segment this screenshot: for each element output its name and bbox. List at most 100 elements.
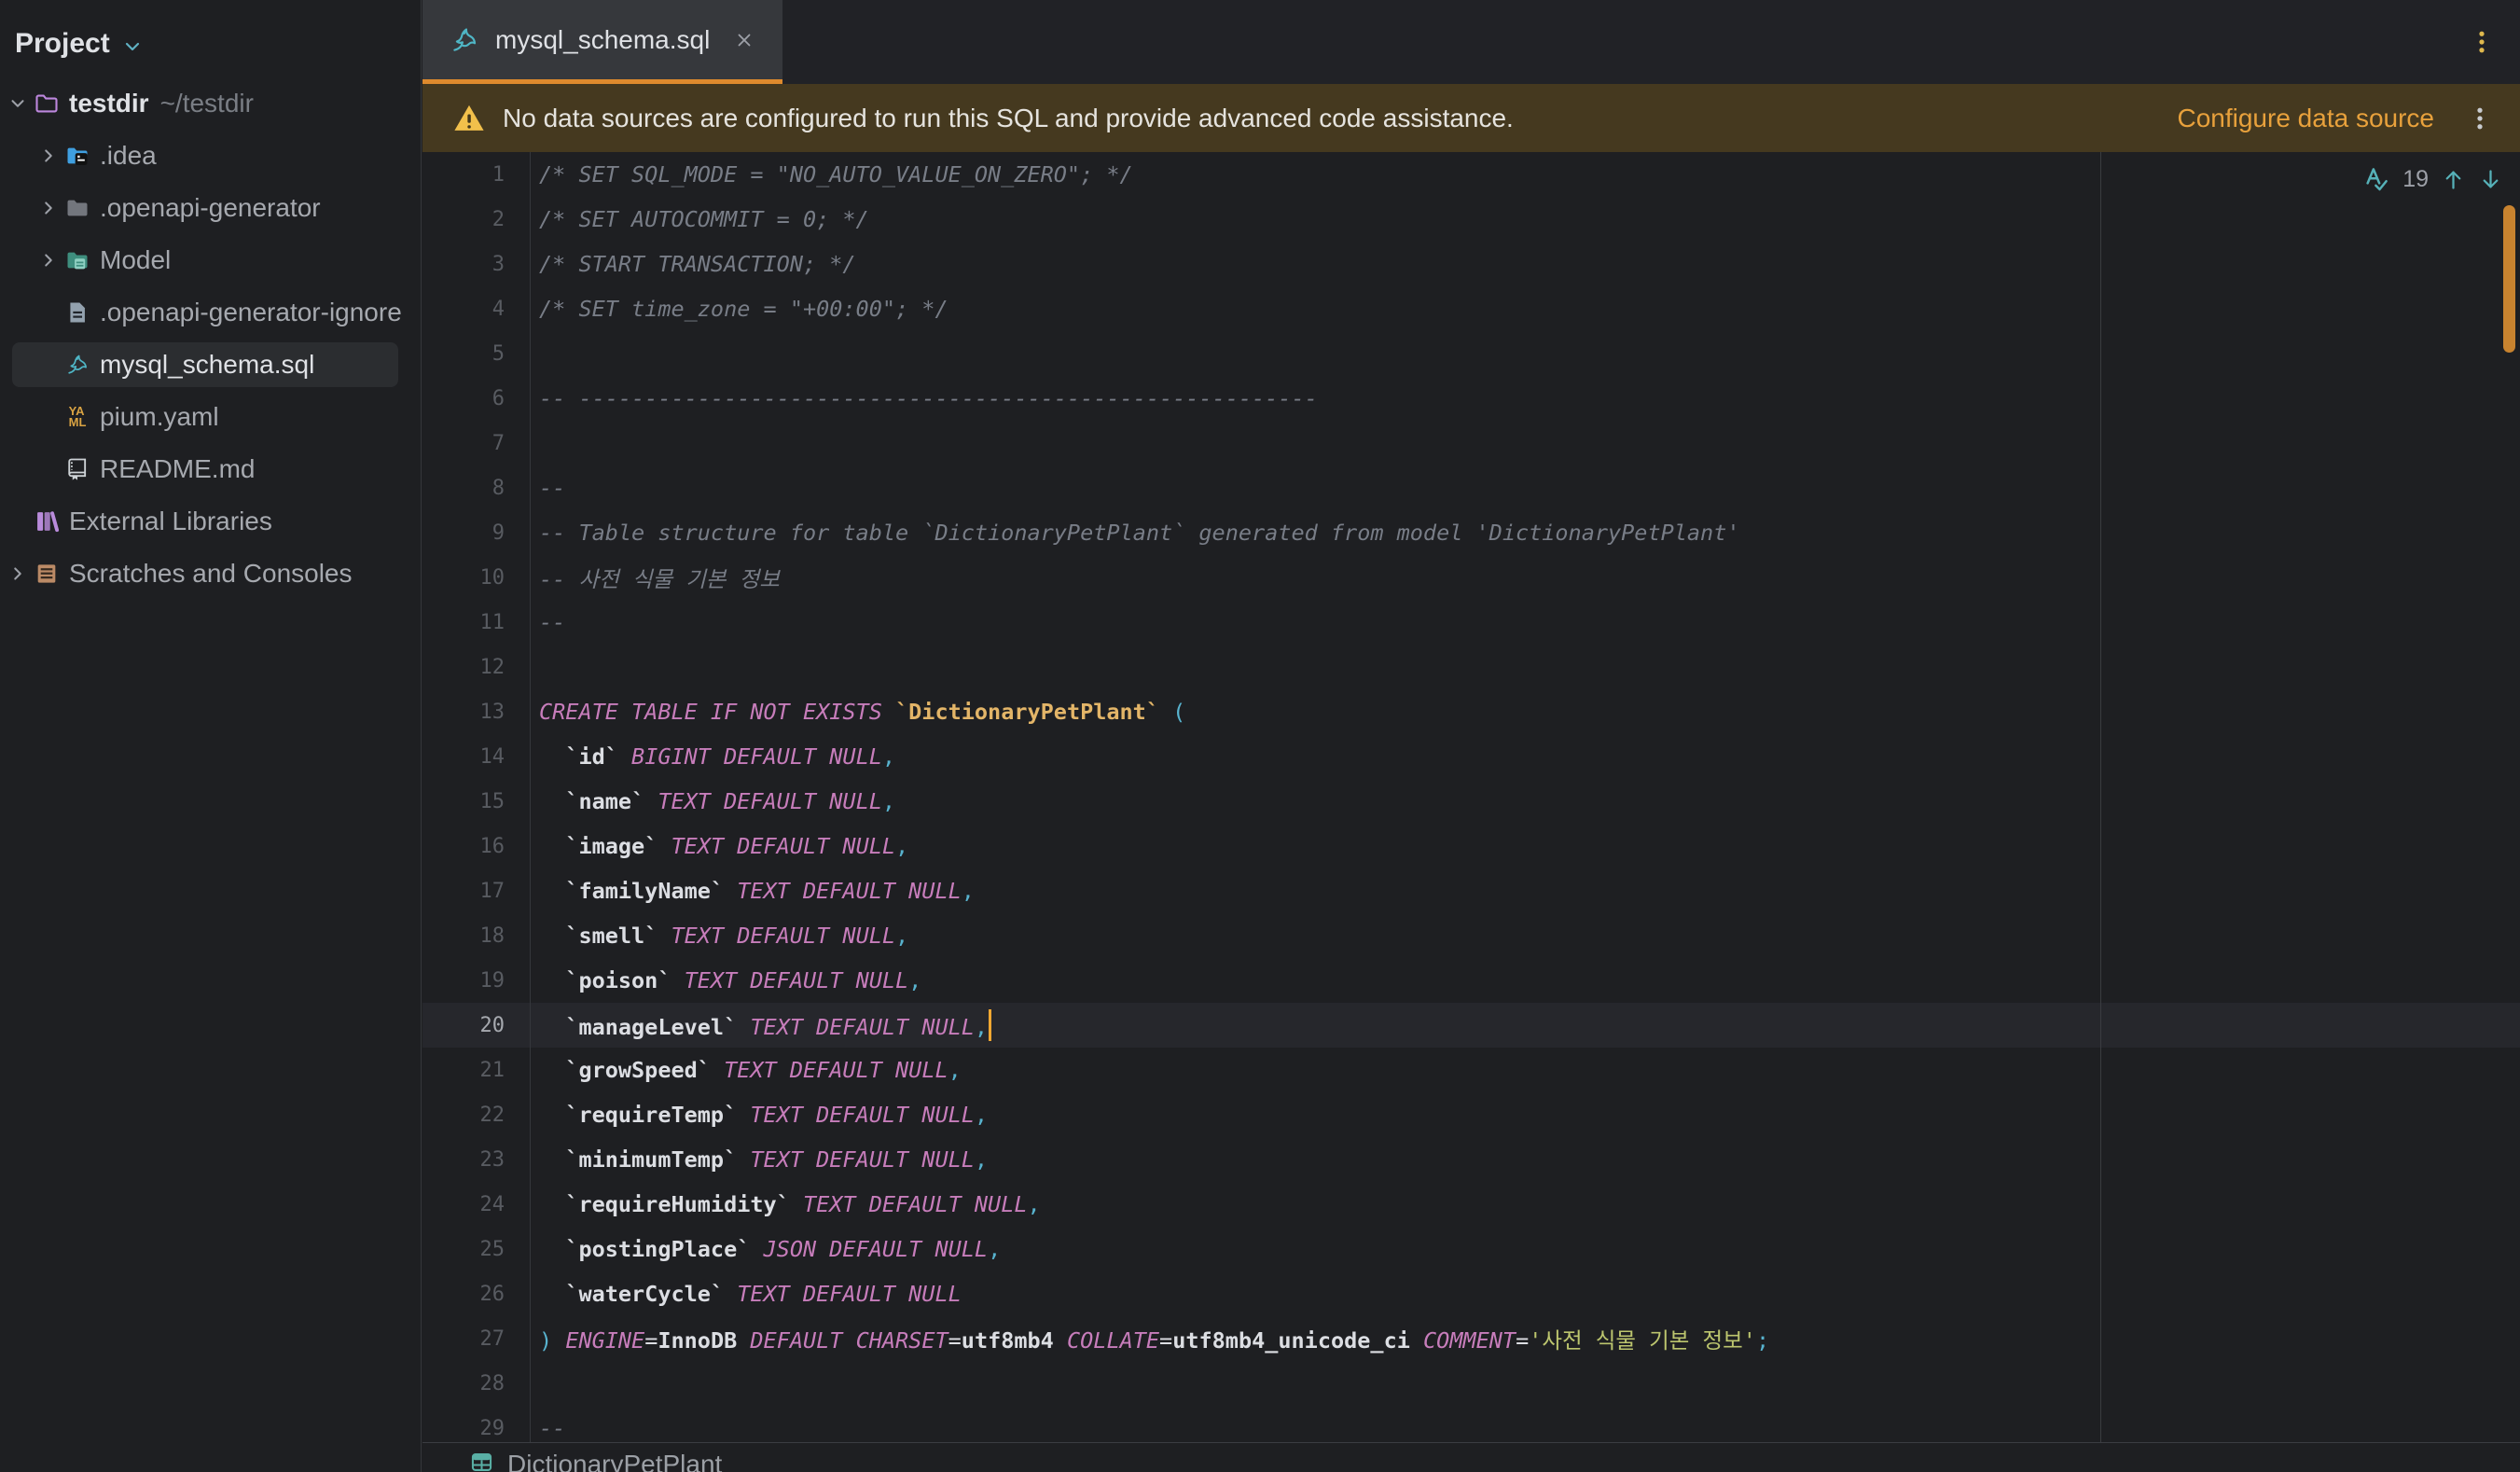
arrow-down-icon[interactable] bbox=[2478, 167, 2503, 192]
code-line-text: `smell` TEXT DEFAULT NULL, bbox=[530, 923, 908, 949]
scrollbar-thumb[interactable] bbox=[2503, 205, 2515, 353]
libraries-icon bbox=[34, 508, 60, 535]
line-number: 17 bbox=[422, 880, 530, 903]
code-line-26[interactable]: 26 `waterCycle` TEXT DEFAULT NULL bbox=[422, 1271, 2520, 1316]
line-number: 11 bbox=[422, 611, 530, 634]
tree-item-label: .openapi-generator-ignore bbox=[100, 298, 402, 327]
editor-tabbar: mysql_schema.sql bbox=[422, 0, 2520, 84]
code-line-19[interactable]: 19 `poison` TEXT DEFAULT NULL, bbox=[422, 958, 2520, 1003]
line-number: 21 bbox=[422, 1059, 530, 1082]
line-number: 13 bbox=[422, 701, 530, 724]
code-line-text: /* START TRANSACTION; */ bbox=[530, 251, 856, 277]
chevron-spacer bbox=[35, 403, 62, 431]
inspections-widget[interactable]: 19 bbox=[2362, 165, 2503, 193]
code-line-18[interactable]: 18 `smell` TEXT DEFAULT NULL, bbox=[422, 913, 2520, 958]
line-number: 7 bbox=[422, 432, 530, 455]
tree-item-readme-md[interactable]: README.md bbox=[0, 443, 421, 495]
code-line-text: `manageLevel` TEXT DEFAULT NULL, bbox=[530, 1009, 991, 1041]
line-number: 9 bbox=[422, 521, 530, 545]
chevron-spacer bbox=[35, 351, 62, 379]
code-line-text: `growSpeed` TEXT DEFAULT NULL, bbox=[530, 1057, 962, 1083]
code-line-5[interactable]: 5 bbox=[422, 331, 2520, 376]
line-number: 14 bbox=[422, 745, 530, 769]
tree-item-scratches-and-consoles[interactable]: Scratches and Consoles bbox=[0, 548, 421, 600]
code-line-9[interactable]: 9-- Table structure for table `Dictionar… bbox=[422, 510, 2520, 555]
banner-kebab-menu-icon[interactable] bbox=[2466, 104, 2494, 132]
chevron-down-icon bbox=[121, 35, 144, 58]
tab-mysql-schema-sql[interactable]: mysql_schema.sql bbox=[422, 0, 782, 84]
line-number: 19 bbox=[422, 969, 530, 993]
code-line-8[interactable]: 8-- bbox=[422, 465, 2520, 510]
tree-item-mysql-schema-sql[interactable]: mysql_schema.sql bbox=[0, 339, 421, 391]
code-line-7[interactable]: 7 bbox=[422, 421, 2520, 465]
code-line-text: -- bbox=[530, 475, 565, 501]
chevron-right-icon[interactable] bbox=[35, 194, 62, 222]
code-line-text: `postingPlace` JSON DEFAULT NULL, bbox=[530, 1236, 1001, 1262]
no-datasource-banner: No data sources are configured to run th… bbox=[422, 84, 2520, 152]
tree-item-openapi-generator[interactable]: .openapi-generator bbox=[0, 182, 421, 234]
code-line-25[interactable]: 25 `postingPlace` JSON DEFAULT NULL, bbox=[422, 1227, 2520, 1271]
tree-item-external-libraries[interactable]: External Libraries bbox=[0, 495, 421, 548]
tree-item-path: ~/testdir bbox=[160, 89, 254, 118]
code-line-13[interactable]: 13CREATE TABLE IF NOT EXISTS `Dictionary… bbox=[422, 689, 2520, 734]
code-line-27[interactable]: 27) ENGINE=InnoDB DEFAULT CHARSET=utf8mb… bbox=[422, 1316, 2520, 1361]
tree-item-label: README.md bbox=[100, 454, 255, 484]
code-line-22[interactable]: 22 `requireTemp` TEXT DEFAULT NULL, bbox=[422, 1092, 2520, 1137]
spellcheck-icon bbox=[2362, 165, 2390, 193]
chevron-right-icon[interactable] bbox=[35, 142, 62, 170]
code-line-4[interactable]: 4/* SET time_zone = "+00:00"; */ bbox=[422, 286, 2520, 331]
tree-item-openapi-generator-ignore[interactable]: .openapi-generator-ignore bbox=[0, 286, 421, 339]
tree-item-testdir[interactable]: testdir~/testdir bbox=[0, 77, 421, 130]
file-text-icon bbox=[64, 299, 90, 326]
code-line-12[interactable]: 12 bbox=[422, 645, 2520, 689]
code-line-23[interactable]: 23 `minimumTemp` TEXT DEFAULT NULL, bbox=[422, 1137, 2520, 1182]
text-caret-icon bbox=[989, 1009, 991, 1041]
project-tree: testdir~/testdir.idea.openapi-generator M… bbox=[0, 77, 421, 600]
chevron-right-icon[interactable] bbox=[35, 246, 62, 274]
tree-item-label: Model bbox=[100, 245, 171, 275]
code-line-text: `id` BIGINT DEFAULT NULL, bbox=[530, 743, 895, 770]
code-line-1[interactable]: 1/* SET SQL_MODE = "NO_AUTO_VALUE_ON_ZER… bbox=[422, 152, 2520, 197]
code-line-24[interactable]: 24 `requireHumidity` TEXT DEFAULT NULL, bbox=[422, 1182, 2520, 1227]
code-line-20[interactable]: 20 `manageLevel` TEXT DEFAULT NULL, bbox=[422, 1003, 2520, 1048]
code-line-text: `waterCycle` TEXT DEFAULT NULL bbox=[530, 1281, 962, 1307]
tree-item-model[interactable]: Model bbox=[0, 234, 421, 286]
code-line-15[interactable]: 15 `name` TEXT DEFAULT NULL, bbox=[422, 779, 2520, 824]
code-line-text: `image` TEXT DEFAULT NULL, bbox=[530, 833, 908, 859]
code-line-14[interactable]: 14 `id` BIGINT DEFAULT NULL, bbox=[422, 734, 2520, 779]
tree-item-idea[interactable]: .idea bbox=[0, 130, 421, 182]
breadcrumb-symbol[interactable]: DictionaryPetPlant bbox=[507, 1450, 722, 1472]
code-lines: 1/* SET SQL_MODE = "NO_AUTO_VALUE_ON_ZER… bbox=[422, 152, 2520, 1442]
book-icon bbox=[64, 456, 90, 482]
code-line-text: -- bbox=[530, 1415, 565, 1441]
table-icon bbox=[469, 1450, 494, 1472]
arrow-up-icon[interactable] bbox=[2441, 167, 2466, 192]
project-view-title: Project bbox=[15, 28, 110, 60]
code-line-text: -- Table structure for table `Dictionary… bbox=[530, 520, 1740, 546]
code-line-29[interactable]: 29-- bbox=[422, 1406, 2520, 1442]
configure-data-source-link[interactable]: Configure data source bbox=[2177, 104, 2434, 133]
tree-item-label: Scratches and Consoles bbox=[69, 559, 353, 589]
breadcrumbs-bar: DictionaryPetPlant bbox=[422, 1442, 2520, 1472]
code-line-28[interactable]: 28 bbox=[422, 1361, 2520, 1406]
line-number: 8 bbox=[422, 477, 530, 500]
tree-item-label: External Libraries bbox=[69, 507, 272, 536]
code-line-6[interactable]: 6-- ------------------------------------… bbox=[422, 376, 2520, 421]
tab-close-icon[interactable] bbox=[734, 30, 755, 50]
tabbar-kebab-menu-icon[interactable] bbox=[2468, 28, 2496, 56]
chevron-down-icon[interactable] bbox=[4, 90, 32, 118]
code-line-3[interactable]: 3/* START TRANSACTION; */ bbox=[422, 242, 2520, 286]
code-line-17[interactable]: 17 `familyName` TEXT DEFAULT NULL, bbox=[422, 868, 2520, 913]
code-editor[interactable]: 1/* SET SQL_MODE = "NO_AUTO_VALUE_ON_ZER… bbox=[422, 152, 2520, 1442]
code-line-text: -- -------------------------------------… bbox=[530, 385, 1318, 411]
code-line-text: `requireTemp` TEXT DEFAULT NULL, bbox=[530, 1102, 988, 1128]
project-view-dropdown[interactable]: Project bbox=[0, 0, 421, 65]
code-line-16[interactable]: 16 `image` TEXT DEFAULT NULL, bbox=[422, 824, 2520, 868]
code-line-11[interactable]: 11-- bbox=[422, 600, 2520, 645]
folder-idea-icon bbox=[64, 143, 90, 169]
chevron-right-icon[interactable] bbox=[4, 560, 32, 588]
code-line-10[interactable]: 10-- 사전 식물 기본 정보 bbox=[422, 555, 2520, 600]
code-line-21[interactable]: 21 `growSpeed` TEXT DEFAULT NULL, bbox=[422, 1048, 2520, 1092]
tree-item-pium-yaml[interactable]: YAMLpium.yaml bbox=[0, 391, 421, 443]
code-line-2[interactable]: 2/* SET AUTOCOMMIT = 0; */ bbox=[422, 197, 2520, 242]
